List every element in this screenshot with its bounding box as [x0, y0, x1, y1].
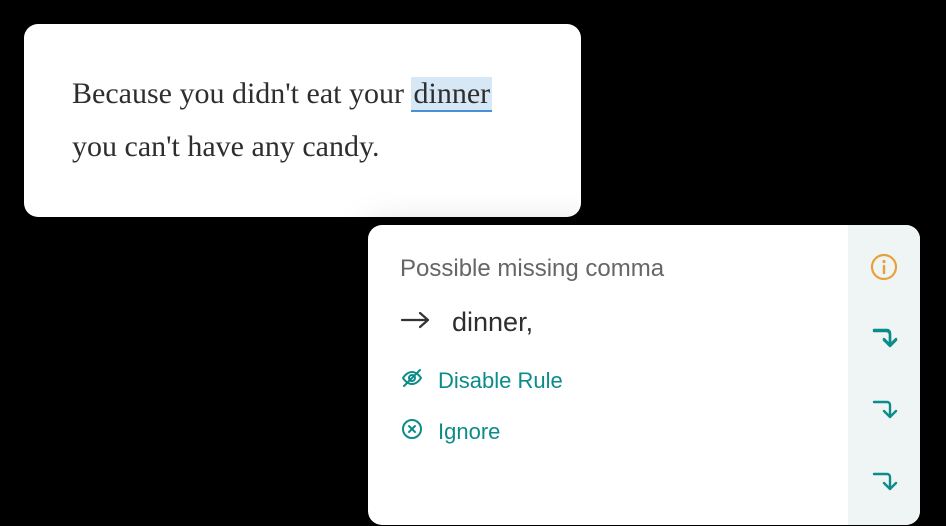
info-icon [869, 252, 899, 282]
apply-suggestion-button[interactable]: dinner, [400, 307, 816, 338]
next-suggestion-1[interactable] [866, 321, 902, 357]
suggestion-main: Possible missing comma dinner, Disable R… [368, 225, 848, 525]
close-circle-icon [400, 417, 424, 446]
text-after: you can't have any candy. [72, 130, 380, 163]
suggestion-title: Possible missing comma [400, 255, 816, 283]
arrow-right-icon [400, 310, 432, 335]
eye-off-icon [400, 366, 424, 395]
suggestion-popup: Possible missing comma dinner, Disable R… [368, 225, 920, 525]
text-before: Because you didn't eat your [72, 77, 411, 110]
arrow-down-right-icon [870, 469, 898, 497]
next-suggestion-3[interactable] [866, 465, 902, 501]
disable-rule-button[interactable]: Disable Rule [400, 366, 816, 395]
replacement-text: dinner, [452, 307, 533, 338]
editor-card: Because you didn't eat your dinner you c… [24, 24, 581, 217]
arrow-down-right-icon [870, 325, 898, 353]
editor-text[interactable]: Because you didn't eat your dinner you c… [72, 68, 533, 173]
ignore-button[interactable]: Ignore [400, 417, 816, 446]
ignore-label: Ignore [438, 419, 500, 445]
info-button[interactable] [866, 249, 902, 285]
highlighted-word[interactable]: dinner [411, 77, 492, 112]
disable-rule-label: Disable Rule [438, 368, 563, 394]
arrow-down-right-icon [870, 397, 898, 425]
suggestion-sidebar [848, 225, 920, 525]
next-suggestion-2[interactable] [866, 393, 902, 429]
